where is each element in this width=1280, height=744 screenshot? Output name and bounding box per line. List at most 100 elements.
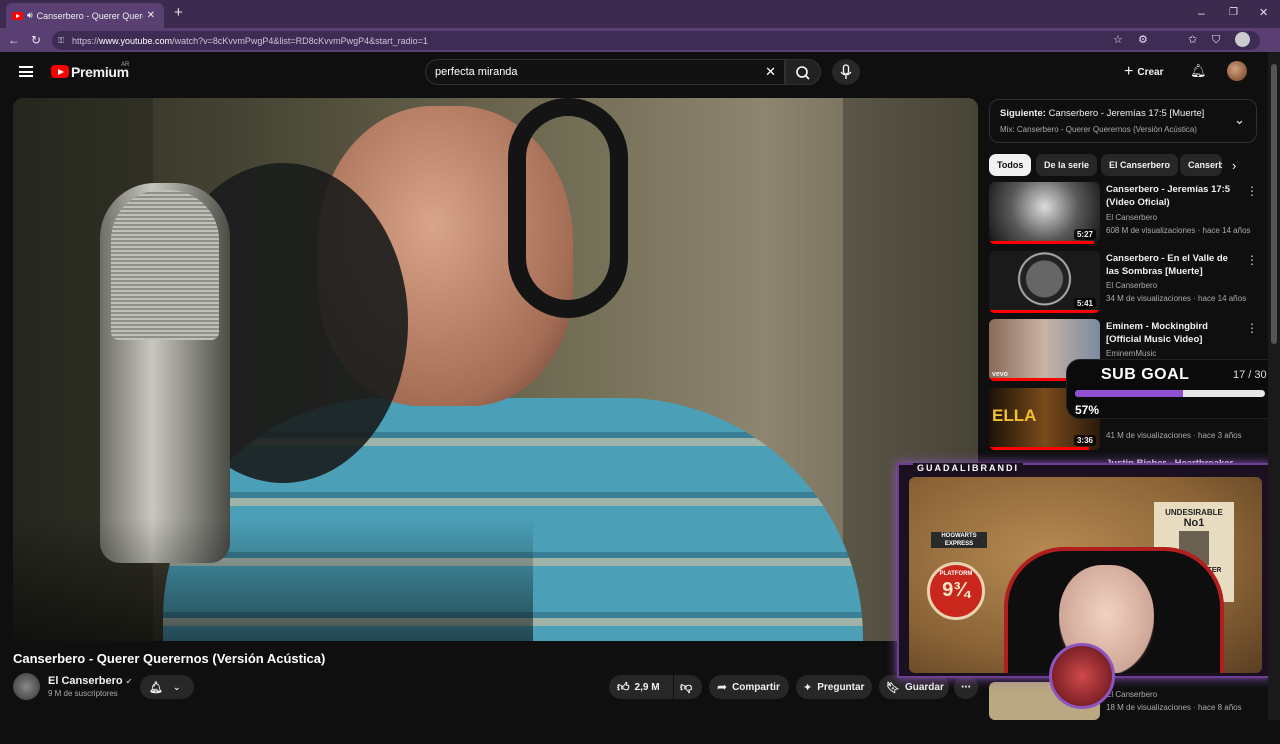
next-title: Canserbero - Jeremías 17:5 [Muerte] [1048,108,1205,119]
microphone-icon [840,64,852,79]
video-meta: 41 M de visualizaciones · hace 3 años [1106,431,1242,440]
notifications-bell-icon[interactable]: 🔔︎ [1190,63,1207,79]
watch-progress [989,447,1089,450]
tab-close-icon[interactable]: ✕ [147,10,155,21]
list-item[interactable]: 5:41 Canserbero - En el Valle de las Som… [989,251,1269,313]
next-line: Siguiente: Canserbero - Jeremías 17:5 [M… [1000,108,1204,119]
close-window-button[interactable]: ✕ [1259,6,1268,20]
channel-name[interactable]: El Canserbero ✔︎ [48,675,132,687]
youtube-logo-icon[interactable] [51,65,69,78]
search-input[interactable]: perfecta miranda ✕ [425,59,785,85]
sub-goal-widget: SUB GOAL 17 / 30 57% [1066,359,1276,419]
search-query: perfecta miranda [435,66,518,78]
share-button[interactable]: ➦ Compartir [709,675,789,699]
chip-todos[interactable]: Todos [989,154,1032,176]
list-item[interactable]: 5:27 Canserbero - Jeremías 17:5 (Video O… [989,182,1269,244]
create-label: Crear [1137,66,1164,78]
save-button[interactable]: 🔖︎ Guardar [879,675,949,699]
minimize-button[interactable]: – [1198,6,1205,20]
streamer-name: GUADALIBRANDI [913,463,1023,473]
video-title: Canserbero - Querer Querernos (Versión A… [13,651,326,666]
sparkle-icon: ✦ [803,681,813,694]
account-avatar[interactable] [1227,61,1247,81]
channel-name: El Canserbero [1106,281,1158,290]
thumbs-up-icon: 👍︎ [617,679,630,694]
bell-icon: 🔔︎ [149,681,163,694]
search-button[interactable] [785,59,821,85]
subscribe-bell-button[interactable]: 🔔︎ ⌄ [140,675,194,699]
video-player[interactable] [13,98,978,641]
page-scrollbar[interactable] [1268,52,1280,720]
streamer-avatar [1049,643,1115,709]
channel-name: El Canserbero [1106,213,1158,222]
share-label: Compartir [732,681,780,693]
channel-avatar[interactable] [13,673,40,700]
region-code: AR [121,62,130,68]
video-title: Canserbero - En el Valle de las Sombras … [1106,253,1228,277]
url-input[interactable]: ⚿ https://www.youtube.com/watch?v=8cKvvm… [52,31,1260,50]
verified-icon: ✔︎ [125,677,133,686]
headphones [508,98,628,318]
watch-progress [989,241,1095,244]
create-button[interactable]: + Crear [1124,63,1163,81]
reload-icon[interactable]: ↻ [31,33,41,47]
list-item[interactable]: El Canserbero 18 M de visualizaciones · … [989,682,1269,744]
chip-canserbero[interactable]: Canserbero [1180,154,1222,176]
chip-el-canserbero[interactable]: El Canserbero [1101,154,1179,176]
channel-name-text: El Canserbero [48,675,123,687]
video-shadow [13,518,533,641]
profile-avatar-icon[interactable] [1235,32,1250,47]
url-domain: www.youtube.com [99,35,173,46]
clear-search-icon[interactable]: ✕ [765,64,776,80]
voice-search-button[interactable] [832,59,860,85]
duration-badge: 5:41 [1073,298,1096,309]
video-title: Canserbero - Jeremías 17:5 (Video Oficia… [1106,184,1231,208]
thumbnail[interactable]: 5:41 [989,251,1100,313]
site-info-icon[interactable]: ⚿ [58,36,64,46]
back-icon[interactable]: ← [8,33,20,47]
channel-name: EminemMusic [1106,349,1157,358]
menu-icon[interactable] [19,66,33,77]
dislike-button[interactable]: 👎︎ [674,675,702,699]
hogwarts-express-label: HOGWARTS EXPRESS [931,532,987,548]
bookmark-icon: 🔖︎ [886,681,900,694]
duration-badge: 3:36 [1073,435,1096,446]
extensions-icon[interactable]: ⚙ [1138,33,1148,47]
thumbnail[interactable]: 5:27 [989,182,1100,244]
favorite-star-icon[interactable]: ☆ [1113,33,1123,47]
platform-number: 9¾ [942,579,970,601]
shield-icon[interactable]: ⛉ [1212,33,1220,47]
chip-de-la-serie[interactable]: De la serie [1036,154,1098,176]
new-tab-button[interactable]: + [174,5,183,20]
thumbs-down-icon: 👎︎ [680,679,693,694]
playlist-next-panel[interactable]: Siguiente: Canserbero - Jeremías 17:5 [M… [989,99,1257,143]
like-button[interactable]: 👍︎ 2,9 M [609,675,673,699]
sub-goal-percent: 57% [1075,403,1100,417]
ask-label: Preguntar [817,681,865,693]
channel-name: El Canserbero [1106,690,1158,699]
duration-badge: 5:27 [1073,229,1096,240]
speaker-icon[interactable]: 🔊︎ [27,10,33,21]
youtube-favicon-icon [12,11,23,20]
mix-title: Mix: Canserbero - Querer Querernos (Vers… [1000,125,1197,134]
more-vert-icon[interactable]: ⋮ [1246,253,1258,267]
address-bar-row: ← ↻ ⚿ https://www.youtube.com/watch?v=8c… [0,28,1280,52]
expand-chevron-icon[interactable]: ⌄ [1234,112,1245,128]
more-vert-icon[interactable]: ⋮ [1246,184,1258,198]
watch-progress [989,310,1100,313]
poster-line-2: No1 [1183,517,1205,529]
save-label: Guardar [904,681,944,693]
more-vert-icon[interactable]: ⋮ [1246,321,1258,335]
sub-goal-label: SUB GOAL [1101,366,1190,383]
more-actions-button[interactable]: ⋯ [954,675,978,699]
tab-title: Canserbero - Querer Querernos [36,10,143,21]
microphone-grill [111,190,219,340]
collections-icon[interactable]: ✩ [1188,33,1197,47]
ask-button[interactable]: ✦ Preguntar [796,675,872,699]
restore-button[interactable]: ❐ [1229,6,1238,20]
ella-thumbnail-text: ELLA [992,406,1037,425]
browser-tab[interactable]: 🔊︎ Canserbero - Querer Querernos ✕ [6,3,164,28]
poster-line-1: UNDESIRABLE [1165,508,1223,517]
chips-next-chevron-icon[interactable]: › [1232,158,1236,173]
webcam-overlay: GUADALIBRANDI PLATFORM 9¾ HOGWARTS EXPRE… [897,463,1272,709]
